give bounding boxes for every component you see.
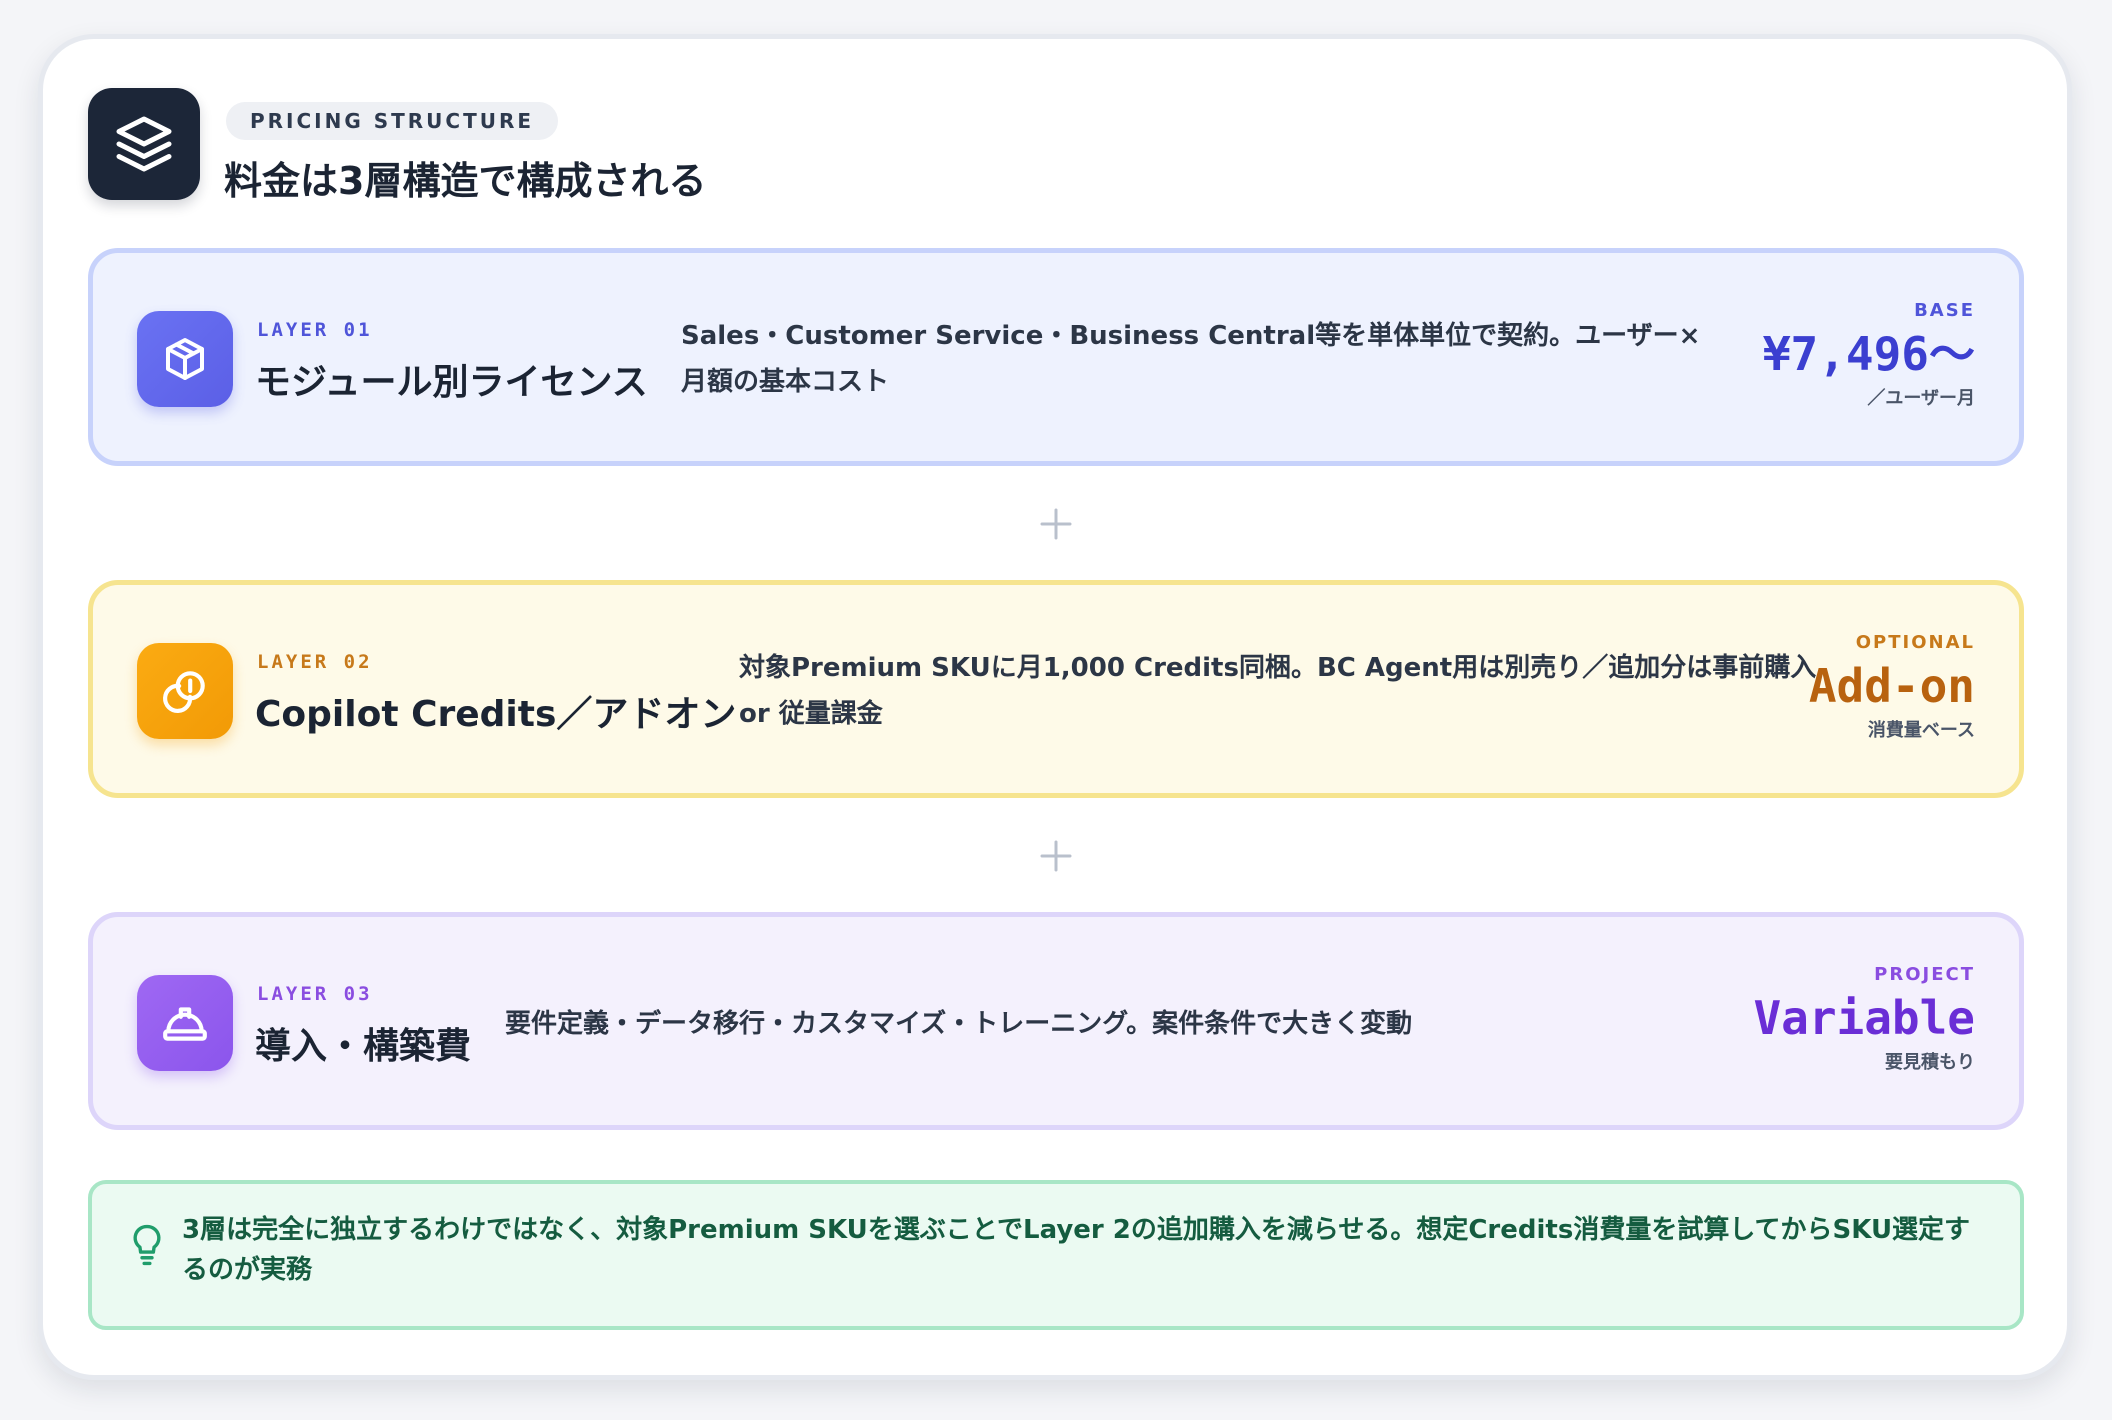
layer-name: Copilot Credits／アドオン bbox=[255, 694, 737, 735]
price-block: BASE ¥7,496〜 ／ユーザー月 bbox=[1763, 299, 1975, 413]
plus-icon bbox=[1034, 502, 1078, 546]
price-value: Add-on bbox=[1808, 659, 1975, 713]
page-title: 料金は3層構造で構成される bbox=[224, 159, 707, 203]
tip-note: 3層は完全に独立するわけではなく、対象Premium SKUを選ぶことでLaye… bbox=[88, 1180, 2024, 1330]
layer-name: 導入・構築費 bbox=[255, 1026, 472, 1067]
price-unit: 要見積もり bbox=[1885, 1052, 1975, 1073]
layers-icon bbox=[88, 88, 200, 200]
coins-icon bbox=[137, 643, 233, 739]
price-value: Variable bbox=[1753, 991, 1975, 1045]
layer-description: 対象Premium SKUに月1,000 Credits同梱。BC Agent用… bbox=[739, 653, 1817, 729]
layer-description: Sales・Customer Service・Business Central等… bbox=[681, 321, 1701, 397]
lightbulb-icon bbox=[130, 1222, 164, 1268]
plus-icon bbox=[1034, 834, 1078, 878]
layer-card-01: LAYER 01 モジュール別ライセンス Sales・Customer Serv… bbox=[88, 248, 2024, 466]
layer-card-03: LAYER 03 導入・構築費 要件定義・データ移行・カスタマイズ・トレーニング… bbox=[88, 912, 2024, 1130]
layer-description: 要件定義・データ移行・カスタマイズ・トレーニング。案件条件で大きく変動 bbox=[505, 1009, 1413, 1039]
price-kicker: OPTIONAL bbox=[1855, 632, 1975, 653]
layer-tag: LAYER 02 bbox=[257, 651, 373, 673]
price-block: OPTIONAL Add-on 消費量ベース bbox=[1809, 631, 1975, 745]
price-value: ¥7,496〜 bbox=[1762, 327, 1975, 381]
layer-card-02: LAYER 02 Copilot Credits／アドオン 対象Premium … bbox=[88, 580, 2024, 798]
section-eyebrow: PRICING STRUCTURE bbox=[226, 102, 559, 140]
hard-hat-icon bbox=[137, 975, 233, 1071]
price-block: PROJECT Variable 要見積もり bbox=[1753, 963, 1975, 1077]
layer-tag: LAYER 03 bbox=[257, 983, 373, 1005]
layer-name: モジュール別ライセンス bbox=[255, 362, 648, 403]
layer-tag: LAYER 01 bbox=[257, 319, 373, 341]
price-unit: ／ユーザー月 bbox=[1867, 388, 1975, 409]
price-kicker: BASE bbox=[1914, 300, 1975, 321]
price-kicker: PROJECT bbox=[1874, 964, 1975, 985]
price-unit: 消費量ベース bbox=[1867, 720, 1975, 741]
tip-text: 3層は完全に独立するわけではなく、対象Premium SKUを選ぶことでLaye… bbox=[182, 1215, 1971, 1285]
box-icon bbox=[137, 311, 233, 407]
